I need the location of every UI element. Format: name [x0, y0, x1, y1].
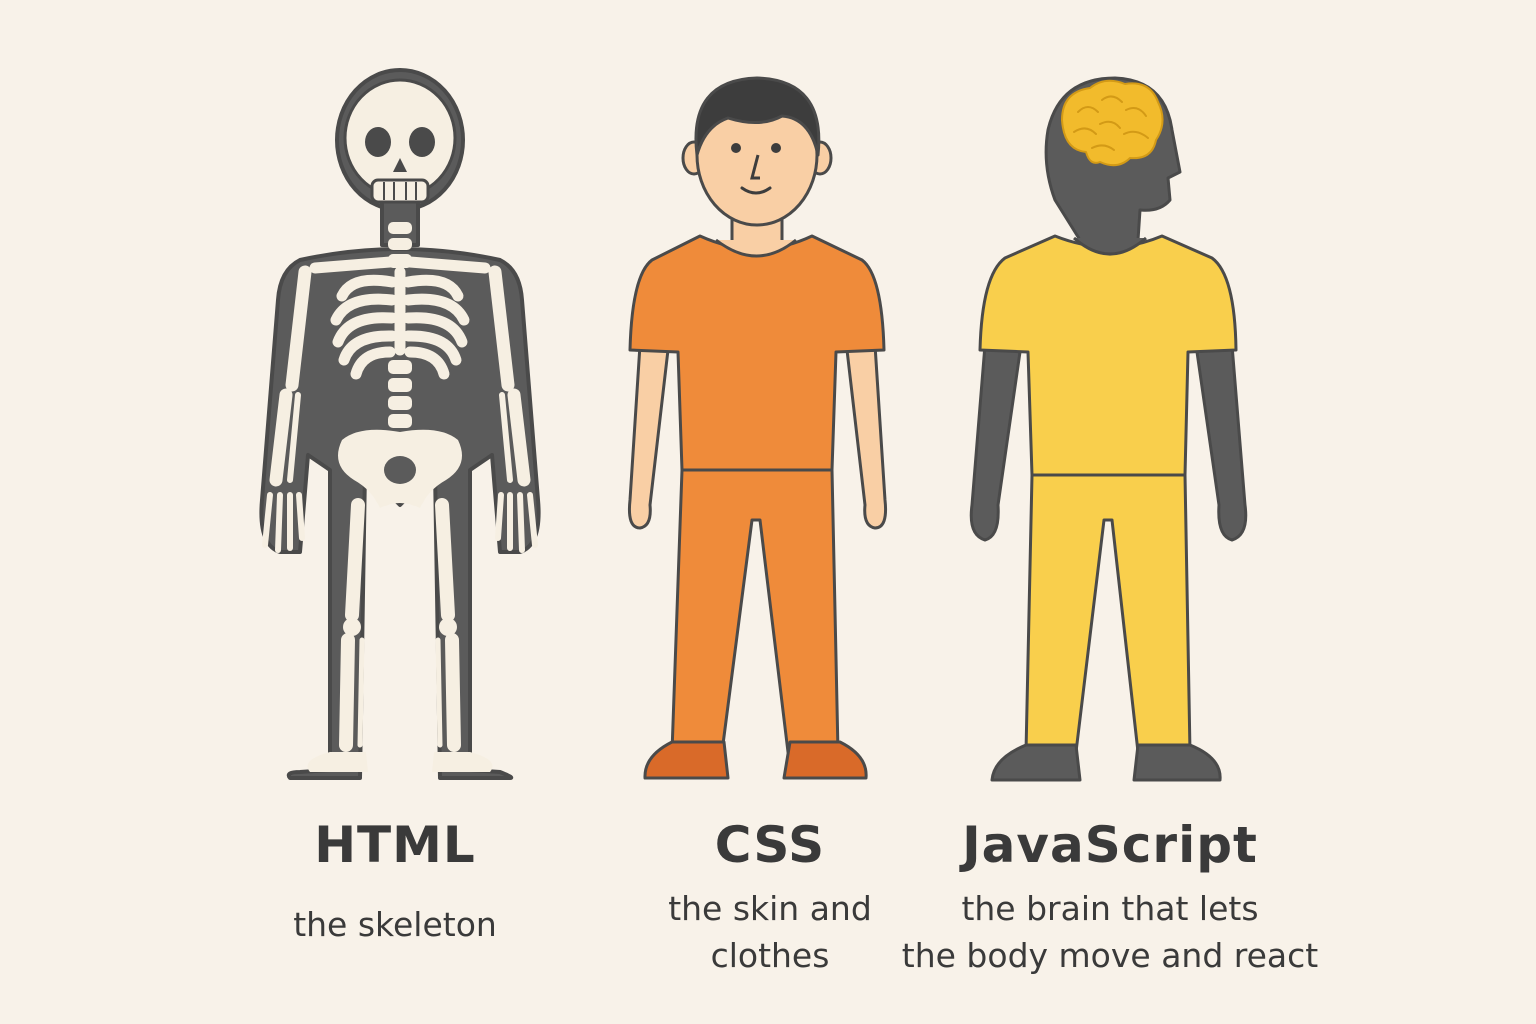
panel-html: HTML the skeleton — [240, 815, 550, 948]
panel-javascript: JavaScript the brain that lets the body … — [880, 815, 1340, 979]
panel-caption: the skeleton — [240, 901, 550, 948]
panel-caption: the brain that lets the body move and re… — [880, 885, 1340, 979]
skeleton-figure-icon — [259, 68, 541, 780]
clothed-person-figure-icon — [628, 76, 887, 780]
panel-title: JavaScript — [962, 816, 1258, 874]
caption-line: the skeleton — [293, 905, 497, 944]
caption-line: the body move and react — [901, 936, 1319, 975]
panel-title: HTML — [314, 816, 476, 874]
caption-line: the brain that lets — [961, 889, 1259, 928]
brain-silhouette-figure-icon — [969, 76, 1248, 782]
